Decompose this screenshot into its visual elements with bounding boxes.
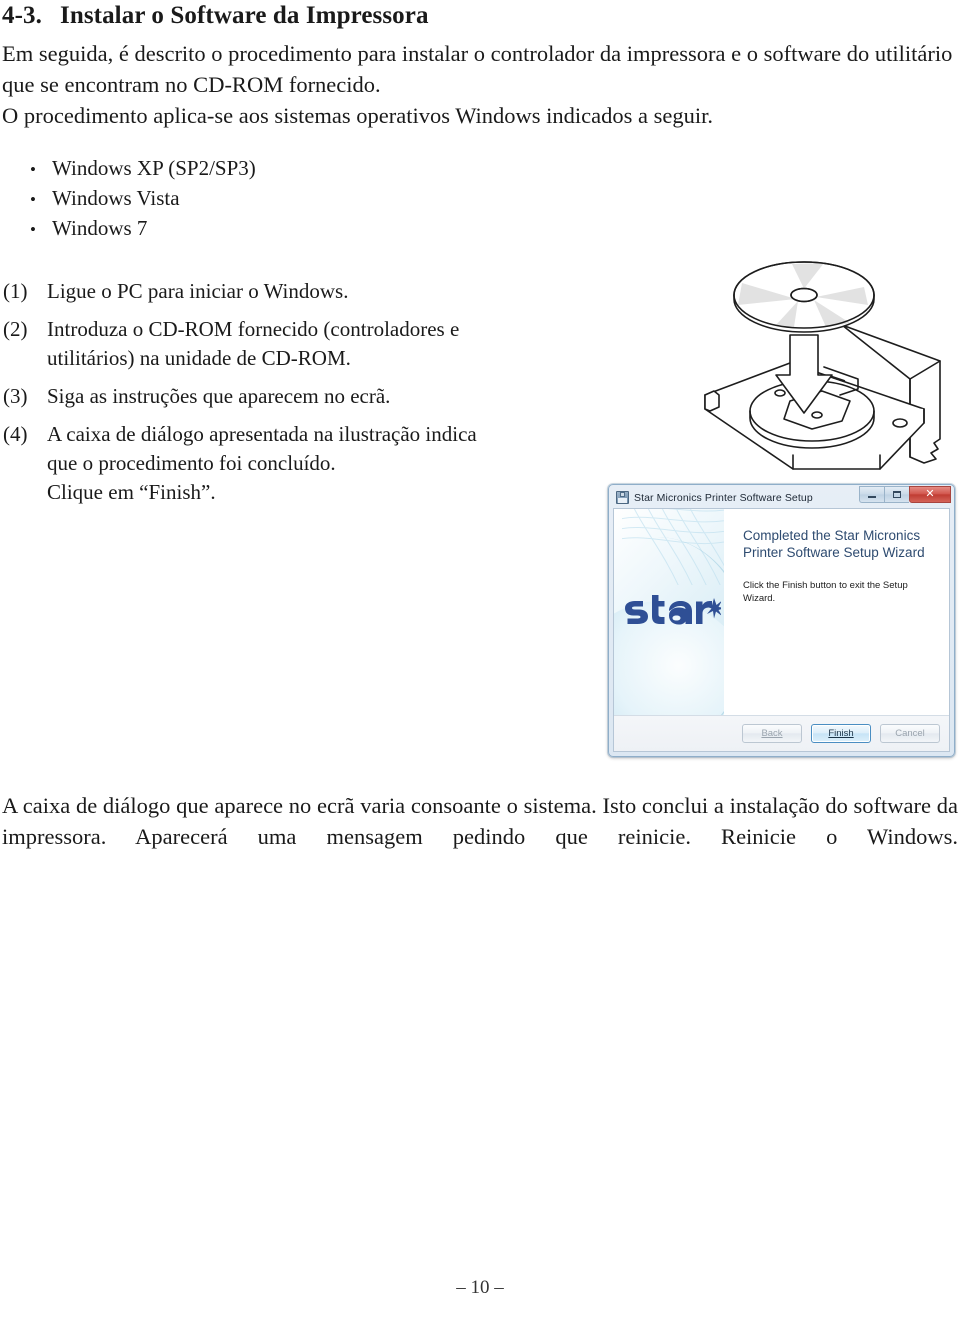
close-icon[interactable]: ✕ bbox=[909, 486, 951, 503]
step-text: Siga as instruções que aparecem no ecrã. bbox=[47, 382, 595, 411]
dialog-button-bar: Back Finish Cancel bbox=[614, 715, 949, 751]
closing-paragraph: A caixa de diálogo que aparece no ecrã v… bbox=[2, 793, 958, 849]
page-number: – 10 – bbox=[456, 1277, 504, 1298]
bullet-icon: • bbox=[30, 160, 36, 179]
list-item: • Windows XP (SP2/SP3) bbox=[30, 154, 256, 184]
window-controls: ✕ bbox=[859, 486, 951, 503]
step-text: Introduza o CD-ROM fornecido (controlado… bbox=[47, 315, 595, 373]
cd-rom-insertion-illustration bbox=[672, 243, 960, 479]
setup-wizard-dialog: Star Micronics Printer Software Setup ✕ bbox=[608, 484, 955, 757]
step-number: (2) bbox=[3, 317, 28, 341]
list-item-label: Windows Vista bbox=[52, 186, 180, 210]
bullet-icon: • bbox=[30, 190, 36, 209]
step-item: (3) Siga as instruções que aparecem no e… bbox=[3, 382, 595, 411]
step-line: A caixa de diálogo apresentada na ilustr… bbox=[47, 422, 477, 446]
intro-line-1: Em seguida, é descrito o procedimento pa… bbox=[2, 41, 953, 97]
dialog-title-bar: Star Micronics Printer Software Setup ✕ bbox=[612, 486, 951, 507]
dialog-heading: Completed the Star Micronics Printer Sof… bbox=[743, 528, 925, 560]
cancel-button[interactable]: Cancel bbox=[880, 724, 940, 743]
section-title: Instalar o Software da Impressora bbox=[59, 2, 429, 29]
list-item: • Windows Vista bbox=[30, 184, 256, 214]
section-number: 4-3. bbox=[2, 2, 42, 29]
maximize-button[interactable] bbox=[884, 486, 909, 503]
step-number: (1) bbox=[3, 279, 28, 303]
minimize-button[interactable] bbox=[859, 486, 884, 503]
dialog-main: Completed the Star Micronics Printer Sof… bbox=[614, 509, 949, 715]
step-line: que o procedimento foi concluído. bbox=[47, 451, 336, 475]
document-page: 4-3. Instalar o Software da Impressora Em… bbox=[0, 0, 960, 1324]
dialog-title: Star Micronics Printer Software Setup bbox=[634, 491, 813, 504]
step-line: Clique em “Finish”. bbox=[47, 480, 216, 504]
step-number: (3) bbox=[3, 384, 28, 408]
list-item: • Windows 7 bbox=[30, 214, 256, 244]
list-item-label: Windows 7 bbox=[52, 216, 148, 240]
step-text: A caixa de diálogo apresentada na ilustr… bbox=[47, 420, 595, 507]
finish-button-label: Finish bbox=[828, 728, 854, 739]
back-button-label: Back bbox=[761, 728, 783, 739]
step-item: (2) Introduza o CD-ROM fornecido (contro… bbox=[3, 315, 595, 373]
supported-os-list: • Windows XP (SP2/SP3) • Windows Vista •… bbox=[30, 154, 256, 244]
step-line: utilitários) na unidade de CD-ROM. bbox=[47, 346, 351, 370]
star-logo bbox=[625, 595, 721, 625]
step-number: (4) bbox=[3, 422, 28, 446]
dialog-client-area: Completed the Star Micronics Printer Sof… bbox=[613, 508, 950, 752]
dialog-branding-panel bbox=[614, 509, 724, 715]
step-text: Ligue o PC para iniciar o Windows. bbox=[47, 277, 595, 306]
step-line: Siga as instruções que aparecem no ecrã. bbox=[47, 384, 391, 408]
installation-steps: (1) Ligue o PC para iniciar o Windows. (… bbox=[3, 277, 595, 516]
dialog-content: Completed the Star Micronics Printer Sof… bbox=[724, 509, 949, 715]
step-line: Ligue o PC para iniciar o Windows. bbox=[47, 279, 349, 303]
cancel-button-label: Cancel bbox=[895, 728, 925, 739]
step-item: (1) Ligue o PC para iniciar o Windows. bbox=[3, 277, 595, 306]
step-item: (4) A caixa de diálogo apresentada na il… bbox=[3, 420, 595, 507]
back-button[interactable]: Back bbox=[742, 724, 802, 743]
finish-button[interactable]: Finish bbox=[811, 724, 871, 743]
intro-line-2: O procedimento aplica-se aos sistemas op… bbox=[2, 103, 714, 128]
page-title: 4-3. Instalar o Software da Impressora bbox=[2, 2, 429, 30]
list-item-label: Windows XP (SP2/SP3) bbox=[52, 156, 256, 180]
intro-paragraph: Em seguida, é descrito o procedimento pa… bbox=[2, 38, 958, 131]
step-line: Introduza o CD-ROM fornecido (controlado… bbox=[47, 317, 460, 341]
bullet-icon: • bbox=[30, 220, 36, 239]
installer-disk-icon bbox=[616, 491, 629, 504]
dialog-body-text: Click the Finish button to exit the Setu… bbox=[743, 580, 908, 604]
